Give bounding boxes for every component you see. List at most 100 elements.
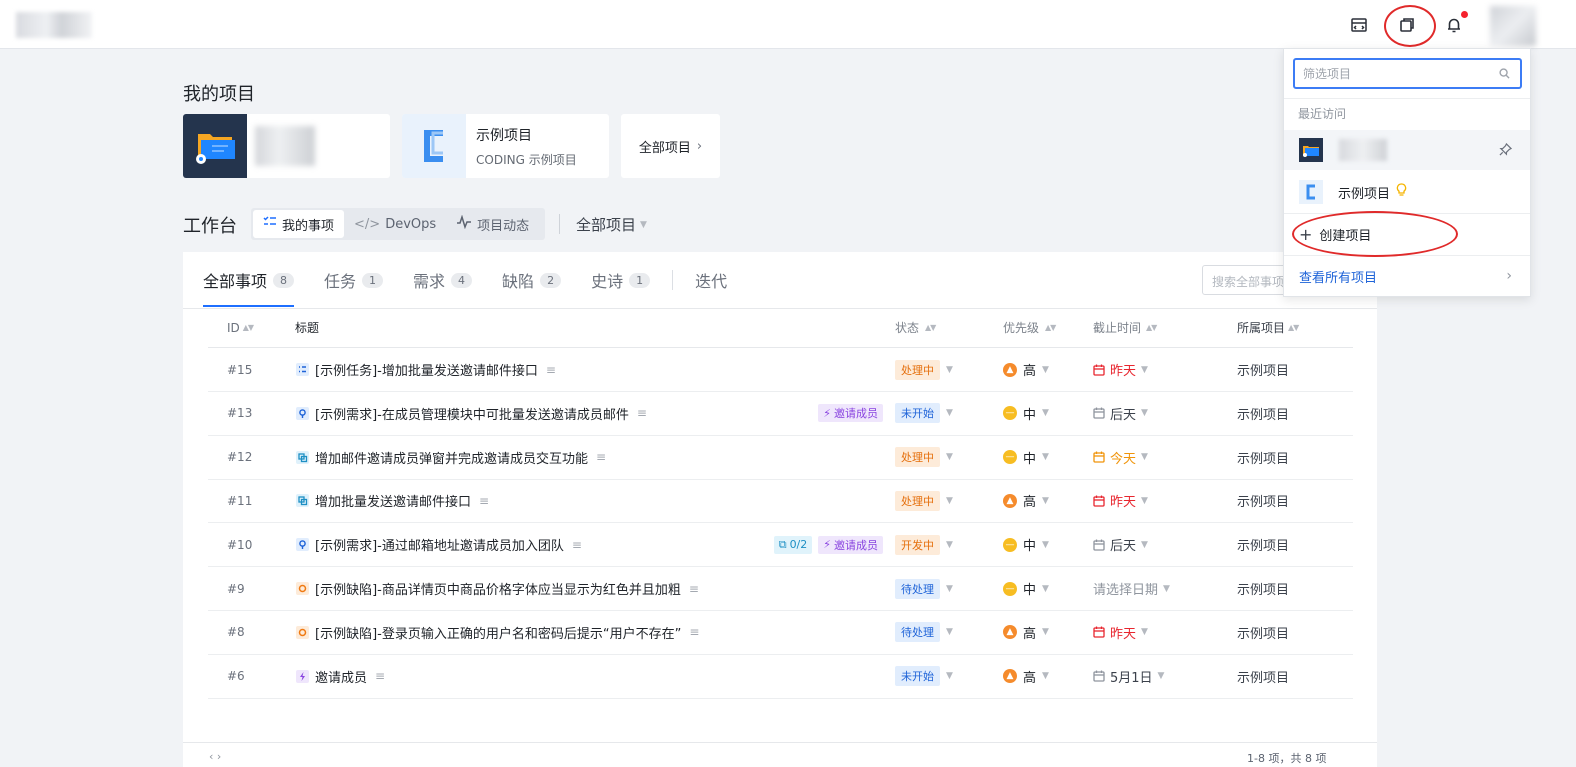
tab-tasks[interactable]: 任务 1 [324,268,384,292]
item-title-cell[interactable]: 增加批量发送邀请邮件接口 ≡ [295,491,895,510]
item-title[interactable]: [示例任务]-增加批量发送邀请邮件接口 [315,360,538,379]
layout-icon[interactable] [1345,11,1373,39]
pager-arrows[interactable]: ‹ › [209,750,221,763]
item-id: #15 [227,362,253,377]
item-project[interactable]: 示例项目 [1237,667,1347,686]
project-filter-field[interactable] [1293,58,1522,89]
status-select[interactable]: 未开始 ▼ [895,403,1003,424]
priority-value: 高 [1023,495,1037,511]
due-date-picker[interactable]: 昨天 ▼ [1093,491,1237,510]
project-filter-input[interactable] [1303,66,1483,81]
tab-project-activity[interactable]: 项目动态 [446,210,539,238]
item-title-cell[interactable]: [示例需求]-在成员管理模块中可批量发送邀请成员邮件 ≡ ⚡ 邀请成员 [295,404,895,423]
project-card-example[interactable]: 示例项目 CODING 示例项目 [402,114,609,178]
recent-item-label: 示例项目 [1338,186,1391,202]
item-title-cell[interactable]: [示例缺陷]-登录页输入正确的用户名和密码后提示“用户不存在” ≡ [295,623,895,642]
col-project[interactable]: 所属项目 ▲▼ [1237,319,1347,336]
item-project[interactable]: 示例项目 [1237,360,1347,379]
priority-select[interactable]: — 中 ▼ [1003,579,1093,598]
priority-select[interactable]: — 中 ▼ [1003,404,1093,423]
priority-select[interactable]: ▲ 高 ▼ [1003,623,1093,642]
item-project[interactable]: 示例项目 [1237,448,1347,467]
due-date-picker[interactable]: 昨天 ▼ [1093,623,1237,642]
bell-icon[interactable] [1440,11,1468,39]
item-title[interactable]: [示例需求]-在成员管理模块中可批量发送邀请成员邮件 [315,404,629,423]
priority-icon: — [1003,581,1017,596]
project-filter-select[interactable]: 全部项目 ▼ [576,214,647,235]
epic-tag[interactable]: ⚡ 邀请成员 [818,535,883,554]
status-select[interactable]: 处理中 ▼ [895,359,1003,380]
tab-separator [672,270,674,290]
item-title[interactable]: 增加批量发送邀请邮件接口 [315,491,471,510]
item-title-cell[interactable]: [示例缺陷]-商品详情页中商品价格字体应当显示为红色并且加粗 ≡ [295,579,895,598]
epic-tag[interactable]: ⚡ 邀请成员 [818,404,883,423]
col-id[interactable]: ID ▲▼ [208,321,295,335]
caret-down-icon: ▼ [640,219,647,230]
tab-all-items[interactable]: 全部事项 8 [203,268,295,307]
status-select[interactable]: 待处理 ▼ [895,578,1003,599]
table-row[interactable]: #15 [示例任务]-增加批量发送邀请邮件接口 ≡ 处理中 ▼ ▲ 高 ▼ 昨天 ▼ 示例项目 [208,348,1353,392]
priority-select[interactable]: — 中 ▼ [1003,535,1093,554]
col-status[interactable]: 状态 ▲▼ [895,319,1003,336]
item-title[interactable]: 邀请成员 [315,667,367,686]
subtask-progress-tag[interactable]: ⧉ 0/2 [773,535,813,554]
item-project[interactable]: 示例项目 [1237,404,1347,423]
col-priority[interactable]: 优先级 ▲▼ [1003,319,1093,336]
table-row[interactable]: #9 [示例缺陷]-商品详情页中商品价格字体应当显示为红色并且加粗 ≡ 待处理 ▼ — 中 ▼… [208,567,1353,611]
item-project[interactable]: 示例项目 [1237,623,1347,642]
status-select[interactable]: 开发中 ▼ [895,534,1003,555]
item-title-cell[interactable]: 增加邮件邀请成员弹窗并完成邀请成员交互功能 ≡ [295,448,895,467]
due-date-picker[interactable]: 5月1日 ▼ [1093,667,1237,686]
priority-select[interactable]: ▲ 高 ▼ [1003,667,1093,686]
item-title-cell[interactable]: 邀请成员 ≡ [295,667,895,686]
caret-down-icon: ▼ [1157,671,1165,682]
pin-icon[interactable] [1499,142,1513,160]
avatar[interactable] [1490,6,1536,46]
table-row[interactable]: #6 邀请成员 ≡ 未开始 ▼ ▲ 高 ▼ 5月1日 ▼ 示例项目 [208,655,1353,699]
status-select[interactable]: 未开始 ▼ [895,666,1003,687]
priority-select[interactable]: ▲ 高 ▼ [1003,360,1093,379]
priority-value: 中 [1023,451,1037,467]
recent-item-private[interactable] [1284,130,1530,170]
item-project[interactable]: 示例项目 [1237,579,1347,598]
all-projects-card[interactable]: 全部项目 › [621,114,720,178]
tab-defects[interactable]: 缺陷 2 [502,268,562,292]
due-date-picker[interactable]: 后天 ▼ [1093,404,1237,423]
item-project[interactable]: 示例项目 [1237,491,1347,510]
tab-devops[interactable]: </> DevOps [344,210,446,238]
tab-iterations[interactable]: 迭代 [695,268,727,292]
item-project[interactable]: 示例项目 [1237,535,1347,554]
project-card-private[interactable] [183,114,390,178]
item-title-cell[interactable]: [示例任务]-增加批量发送邀请邮件接口 ≡ [295,360,895,379]
table-row[interactable]: #10 [示例需求]-通过邮箱地址邀请成员加入团队 ≡ ⧉ 0/2 ⚡ 邀请成员 开发中 ▼ — 中… [208,523,1353,568]
table-row[interactable]: #13 [示例需求]-在成员管理模块中可批量发送邀请成员邮件 ≡ ⚡ 邀请成员 未开始 ▼ —… [208,392,1353,436]
team-logo[interactable] [16,12,92,38]
status-select[interactable]: 处理中 ▼ [895,447,1003,468]
table-row[interactable]: #12 增加邮件邀请成员弹窗并完成邀请成员交互功能 ≡ 处理中 ▼ — 中 ▼ 今天 ▼ 示例项目 [208,436,1353,480]
priority-select[interactable]: — 中 ▼ [1003,448,1093,467]
tab-requirements[interactable]: 需求 4 [413,268,473,292]
caret-down-icon: ▼ [946,671,953,682]
col-due[interactable]: 截止时间 ▲▼ [1093,319,1237,336]
caret-down-icon: ▼ [1042,452,1049,463]
priority-select[interactable]: ▲ 高 ▼ [1003,491,1093,510]
view-all-projects-link[interactable]: 查看所有项目 › [1284,256,1530,296]
item-search-input[interactable]: 搜索全部事项 [1202,265,1292,295]
due-date-picker[interactable]: 请选择日期 ▼ [1093,579,1237,598]
due-date-picker[interactable]: 后天 ▼ [1093,535,1237,554]
status-select[interactable]: 处理中 ▼ [895,490,1003,511]
item-title[interactable]: [示例缺陷]-登录页输入正确的用户名和密码后提示“用户不存在” [315,623,681,642]
tab-my-items[interactable]: 我的事项 [253,210,345,238]
table-row[interactable]: #11 增加批量发送邀请邮件接口 ≡ 处理中 ▼ ▲ 高 ▼ 昨天 ▼ 示例项目 [208,479,1353,524]
status-select[interactable]: 待处理 ▼ [895,622,1003,643]
recent-item-example[interactable]: 示例项目 [1284,172,1530,212]
tab-epics[interactable]: 史诗 1 [591,268,651,292]
item-title[interactable]: [示例缺陷]-商品详情页中商品价格字体应当显示为红色并且加粗 [315,579,681,598]
item-title[interactable]: 增加邮件邀请成员弹窗并完成邀请成员交互功能 [315,448,588,467]
item-title-cell[interactable]: [示例需求]-通过邮箱地址邀请成员加入团队 ≡ ⧉ 0/2 ⚡ 邀请成员 [295,535,895,554]
due-date-picker[interactable]: 昨天 ▼ [1093,360,1237,379]
table-row[interactable]: #8 [示例缺陷]-登录页输入正确的用户名和密码后提示“用户不存在” ≡ 待处理 ▼ ▲ 高… [208,611,1353,655]
priority-value: 高 [1023,626,1037,642]
due-date-picker[interactable]: 今天 ▼ [1093,448,1237,467]
item-title[interactable]: [示例需求]-通过邮箱地址邀请成员加入团队 [315,535,564,554]
